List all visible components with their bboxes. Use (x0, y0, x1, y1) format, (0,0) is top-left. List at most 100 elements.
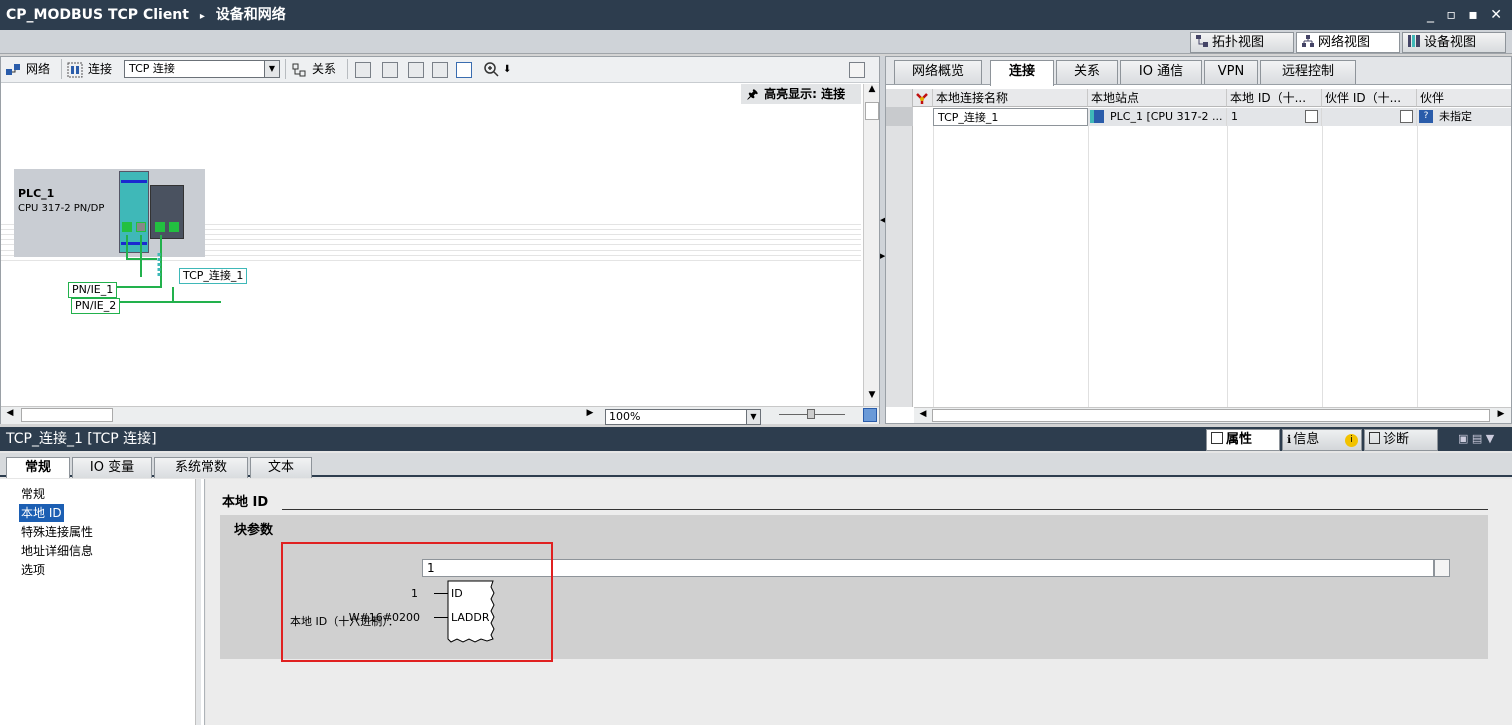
device-view-button[interactable]: 设备视图 (1402, 32, 1506, 53)
group-heading: 块参数 (234, 523, 274, 538)
download-arrow-icon[interactable]: ⬇ (503, 64, 511, 75)
grid-icon[interactable] (432, 62, 448, 78)
tab-relations[interactable]: 关系 (1056, 60, 1118, 84)
nav-item-general[interactable]: 常规 (19, 485, 47, 503)
network-canvas[interactable]: PLC_1 CPU 317-2 PN/DP TCP_连接_1 PN/IE_1 P… (1, 107, 861, 407)
scrollbar-thumb[interactable] (932, 409, 1490, 422)
tab-io-communication[interactable]: IO 通信 (1120, 60, 1202, 84)
zoom-select[interactable]: 100% ▼ (605, 409, 761, 425)
navigation-scrollbar[interactable] (195, 479, 201, 725)
tab-connections[interactable]: 连接 (990, 60, 1054, 86)
subnet-label-1[interactable]: PN/IE_1 (68, 282, 118, 298)
subnet-label-2[interactable]: PN/IE_2 (71, 298, 121, 314)
section-title: 设备和网络 (215, 7, 286, 23)
nav-item-special-properties[interactable]: 特殊连接属性 (19, 523, 95, 541)
highlight-label: 高亮显示: 连接 (764, 87, 846, 101)
topology-view-button[interactable]: 拓扑视图 (1190, 32, 1294, 53)
tab-properties-label: 属性 (1226, 432, 1253, 447)
cell-connection-name[interactable]: TCP_连接_1 (933, 108, 1088, 126)
list-picker-icon[interactable] (1400, 110, 1413, 123)
col-local-connection-name[interactable]: 本地连接名称 (933, 89, 1088, 107)
list-picker-icon[interactable] (1305, 110, 1318, 123)
canvas-vertical-scrollbar[interactable]: ▲ ▼ (863, 84, 879, 406)
network-mode-label[interactable]: 网络 (26, 61, 50, 77)
highlight-indicator: 🖈 高亮显示: 连接 (741, 84, 861, 104)
scroll-down-icon[interactable]: ▼ (865, 390, 879, 404)
cell-partner[interactable]: ? 未指定 (1417, 108, 1511, 126)
tab-info[interactable]: ℹ 信息 i (1282, 429, 1362, 451)
connection-mode-icon[interactable] (67, 62, 83, 78)
show-interface-icon[interactable] (382, 62, 398, 78)
connection-type-value: TCP 连接 (129, 62, 175, 75)
network-view-icon (1301, 34, 1315, 48)
unspecified-partner-icon: ? (1419, 110, 1433, 123)
connection-type-select[interactable]: TCP 连接 ▼ (124, 60, 280, 78)
scroll-left-icon[interactable]: ◀ (3, 408, 17, 422)
col-local-station[interactable]: 本地站点 (1088, 89, 1227, 107)
tab-texts[interactable]: 文本 (250, 457, 312, 478)
show-names-icon[interactable] (355, 62, 371, 78)
zoom-slider-handle[interactable] (807, 409, 815, 419)
row-header-selected[interactable] (886, 107, 913, 126)
tab-diagnostics[interactable]: 诊断 (1364, 429, 1438, 451)
nav-item-options[interactable]: 选项 (19, 561, 47, 579)
scroll-left-icon[interactable]: ◀ (916, 409, 930, 423)
tab-properties[interactable]: 属性 (1206, 429, 1280, 451)
canvas-horizontal-scrollbar[interactable]: ◀ ▶ 100% ▼ (1, 406, 879, 425)
window-controls[interactable]: _ ▫ ▪ ✕ (1427, 0, 1506, 30)
properties-navigation: 常规 本地 ID 特殊连接属性 地址详细信息 选项 (0, 479, 205, 725)
chevron-down-icon[interactable]: ▼ (746, 410, 760, 424)
cell-local-station[interactable]: PLC_1 [CPU 317-2 ... (1088, 108, 1227, 126)
section-heading: 本地 ID (222, 495, 269, 510)
scroll-up-icon[interactable]: ▲ (865, 84, 879, 98)
network-lines (101, 235, 221, 303)
tab-general[interactable]: 常规 (6, 457, 70, 478)
tab-system-constants[interactable]: 系统常数 (154, 457, 248, 478)
device-view-label: 设备视图 (1424, 35, 1477, 50)
relations-label[interactable]: 关系 (312, 61, 336, 77)
scroll-right-icon[interactable]: ▶ (583, 408, 597, 422)
col-partner[interactable]: 伙伴 (1417, 89, 1511, 107)
network-view-button[interactable]: 网络视图 (1296, 32, 1400, 53)
cell-partner-id[interactable] (1322, 108, 1417, 126)
overview-navigation-icon[interactable] (849, 62, 865, 78)
tab-io-tags[interactable]: IO 变量 (72, 457, 152, 478)
nav-item-local-id[interactable]: 本地 ID (19, 504, 64, 522)
column-divider (1088, 126, 1089, 407)
properties-icon (1211, 432, 1223, 444)
connection-label[interactable]: TCP_连接_1 (179, 268, 248, 284)
tab-remote-control[interactable]: 远程控制 (1260, 60, 1356, 84)
network-view-label: 网络视图 (1318, 35, 1371, 50)
scroll-right-icon[interactable]: ▶ (1494, 409, 1508, 423)
navigator-icon[interactable] (863, 408, 877, 422)
zoom-in-icon[interactable] (483, 61, 501, 79)
cell-local-station-text: PLC_1 [CPU 317-2 ... (1110, 110, 1223, 123)
plc-icon (1090, 110, 1104, 123)
connections-panel-tabs: 网络概览 连接 关系 IO 通信 VPN 远程控制 (886, 57, 1511, 86)
chevron-down-icon[interactable]: ▼ (264, 61, 279, 77)
tab-network-overview[interactable]: 网络概览 (894, 60, 982, 84)
topology-view-label: 拓扑视图 (1212, 35, 1265, 50)
cell-local-id[interactable]: 1 (1227, 108, 1322, 126)
relations-icon[interactable] (291, 62, 307, 78)
col-local-id[interactable]: 本地 ID（十... (1227, 89, 1322, 107)
table-horizontal-scrollbar[interactable]: ◀ ▶ (914, 407, 1511, 423)
scrollbar-thumb[interactable] (865, 102, 879, 120)
window-layout-icons[interactable]: ▣ ▤ ▼ (1458, 427, 1494, 451)
toolbar-divider (285, 59, 286, 79)
col-partner-id[interactable]: 伙伴 ID（十... (1322, 89, 1417, 107)
column-divider (933, 126, 934, 407)
info-badge-icon: i (1345, 434, 1358, 447)
network-mode-icon[interactable] (5, 62, 21, 78)
local-id-input[interactable]: 1 (422, 559, 1434, 577)
nav-item-address-details[interactable]: 地址详细信息 (19, 542, 95, 560)
list-picker-icon[interactable] (1434, 559, 1450, 577)
page-break-icon[interactable] (408, 62, 424, 78)
connection-status-icon (915, 91, 929, 105)
table-toggle-icon[interactable] (456, 62, 472, 78)
row-header-column (886, 89, 913, 407)
connection-mode-label[interactable]: 连接 (88, 61, 112, 77)
section-rule (282, 509, 1488, 510)
scrollbar-thumb[interactable] (21, 408, 113, 422)
tab-vpn[interactable]: VPN (1204, 60, 1258, 84)
